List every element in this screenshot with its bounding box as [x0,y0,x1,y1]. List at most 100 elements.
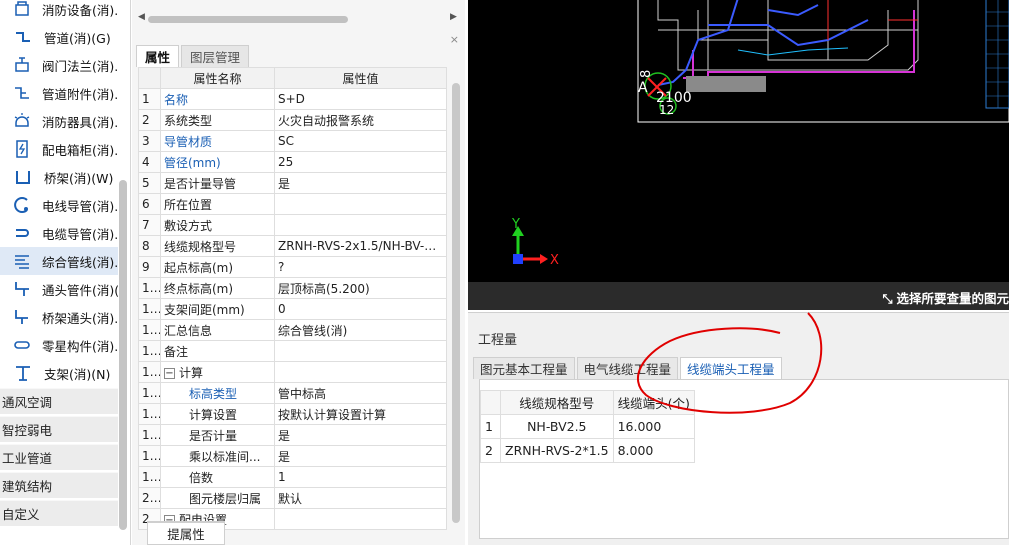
tree-item-12[interactable]: 桥架通头(消). [0,303,118,331]
property-row[interactable]: 4 管径(mm) 25 [138,151,447,173]
property-row[interactable]: 18 乘以标准间... 是 [138,445,447,467]
tree-item-1[interactable]: 消防设备(消). [0,0,118,23]
tree-item-2[interactable]: 管道(消)(G) [0,23,118,51]
property-tabs: 属性 图层管理 [136,45,251,67]
axis-y-label: Y [511,217,520,232]
tree-item-13[interactable]: 零星构件(消). [0,331,118,359]
property-value[interactable]: 是 [274,445,447,467]
panel-close-icon[interactable]: × [450,33,459,46]
collapse-arrows-icon[interactable]: ⤡ [882,291,892,306]
property-row[interactable]: 1 名称 S+D [138,88,447,110]
hatched-area [686,76,766,92]
tree-item-7[interactable]: 桥架(消)(W) [0,163,118,191]
scroll-left-arrow-icon[interactable]: ◀ [138,12,145,22]
property-name-text: 系统类型 [164,113,213,128]
tree-item-6[interactable]: 配电箱柜(消). [0,135,118,163]
collapse-group-icon[interactable]: − [164,367,175,379]
tree-item-8[interactable]: 电线导管(消). [0,191,118,219]
cad-viewport[interactable]: A 8 2100 12 Y X ⤡ 选择所要查量的图元 [468,0,1009,310]
property-value[interactable] [274,508,447,530]
property-row[interactable]: 5 是否计量导管 是 [138,172,447,194]
tree-category-5[interactable]: 自定义 [0,500,118,526]
property-row[interactable]: 6 所在位置 [138,193,447,215]
property-value[interactable]: 是 [274,172,447,194]
property-name: 倍数 [160,466,275,488]
property-vertical-scrollbar[interactable] [452,83,460,523]
tree-item-5[interactable]: 消防器具(消). [0,107,118,135]
property-value[interactable]: 管中标高 [274,382,447,404]
property-value[interactable]: ZRNH-RVS-2x1.5/NH-BV-2... [274,235,447,257]
tree-item-3[interactable]: 阀门法兰(消). [0,51,118,79]
tree-item-10[interactable]: 综合管线(消). [0,247,118,275]
tab-basic-quantity[interactable]: 图元基本工程量 [473,357,575,379]
property-name: 导管材质 [160,130,275,152]
tree-category-2[interactable]: 智控弱电 [0,416,118,442]
property-value[interactable] [274,340,447,362]
property-value[interactable]: 默认 [274,487,447,509]
quantity-row[interactable]: 2 ZRNH-RVS-2*1.5 8.000 [480,438,695,463]
property-table: 属性名称 属性值 1 名称 S+D 2 系统类型 火灾自动报警系统 3 导管材质 SC 4 管径(m… [138,67,447,530]
property-value[interactable]: S+D [274,88,447,110]
tree-category-3[interactable]: 工业管道 [0,444,118,470]
property-value[interactable] [274,361,447,383]
node-label-a: A [638,80,648,96]
property-row[interactable]: 14− 计算 [138,361,447,383]
quantity-row-number: 1 [480,414,501,439]
distribution-box-icon [12,139,32,159]
property-row[interactable]: 12 汇总信息 综合管线(消) [138,319,447,341]
property-row[interactable]: 16 计算设置 按默认计算设置计算 [138,403,447,425]
tree-item-9[interactable]: 电缆导管(消). [0,219,118,247]
tree-item-11[interactable]: 通头管件(消)( [0,275,118,303]
property-row[interactable]: 19 倍数 1 [138,466,447,488]
drawing-canvas[interactable]: A 8 2100 12 Y X [468,0,1009,282]
tab-properties[interactable]: 属性 [136,45,180,67]
property-row[interactable]: 10 终点标高(m) 层顶标高(5.200) [138,277,447,299]
scroll-right-arrow-icon[interactable]: ▶ [450,12,457,22]
property-row[interactable]: 15 标高类型 管中标高 [138,382,447,404]
property-value[interactable]: 25 [274,151,447,173]
property-row[interactable]: 20 图元楼层归属 默认 [138,487,447,509]
property-row[interactable]: 2 系统类型 火灾自动报警系统 [138,109,447,131]
node-label-8: 8 [639,70,654,78]
tree-scrollbar[interactable] [119,180,127,530]
property-value[interactable]: 0 [274,298,447,320]
property-value[interactable]: 1 [274,466,447,488]
property-value[interactable]: ? [274,256,447,278]
property-value[interactable]: 综合管线(消) [274,319,447,341]
row-number: 9 [138,256,161,278]
property-value[interactable]: 按默认计算设置计算 [274,403,447,425]
tab-layer-management[interactable]: 图层管理 [181,45,250,67]
tree-item-14[interactable]: 支架(消)(N) [0,359,118,387]
tab-cable-quantity[interactable]: 电气线缆工程量 [576,357,679,379]
tree-item-4[interactable]: 管道附件(消). [0,79,118,107]
row-number: 10 [138,277,161,299]
command-prompt-text: 选择所要查量的图元 [896,291,1009,306]
tree-item-label: 支架(消)(N) [44,366,111,382]
tab-extract-properties[interactable]: 提属性 [147,521,225,545]
row-number: 13 [138,340,161,362]
property-value[interactable]: 层顶标高(5.200) [274,277,447,299]
property-row[interactable]: 8 线缆规格型号 ZRNH-RVS-2x1.5/NH-BV-2... [138,235,447,257]
tree-category-1[interactable]: 通风空调 [0,388,118,414]
misc-component-icon [12,335,32,355]
quantity-row[interactable]: 1 NH-BV2.5 16.000 [480,414,695,439]
property-row[interactable]: 13 备注 [138,340,447,362]
property-row[interactable]: 11 支架间距(mm) 0 [138,298,447,320]
property-name: − 计算 [160,361,275,383]
tree-item-label: 管道(消)(G) [44,30,111,46]
property-row[interactable]: 9 起点标高(m)? [138,256,447,278]
property-value[interactable] [274,214,447,236]
tree-category-4[interactable]: 建筑结构 [0,472,118,498]
qty-header-corner [480,390,501,415]
property-name: 标高类型 [160,382,275,404]
property-value[interactable]: 是 [274,424,447,446]
property-row[interactable]: 3 导管材质 SC [138,130,447,152]
property-row[interactable]: 7 敷设方式 [138,214,447,236]
property-value[interactable]: 火灾自动报警系统 [274,109,447,131]
property-row[interactable]: 17 是否计量 是 [138,424,447,446]
tab-cable-terminal-quantity[interactable]: 线缆端头工程量 [680,357,782,379]
row-number: 3 [138,130,161,152]
horizontal-scrollbar[interactable] [148,16,348,23]
property-value[interactable]: SC [274,130,447,152]
property-value[interactable] [274,193,447,215]
